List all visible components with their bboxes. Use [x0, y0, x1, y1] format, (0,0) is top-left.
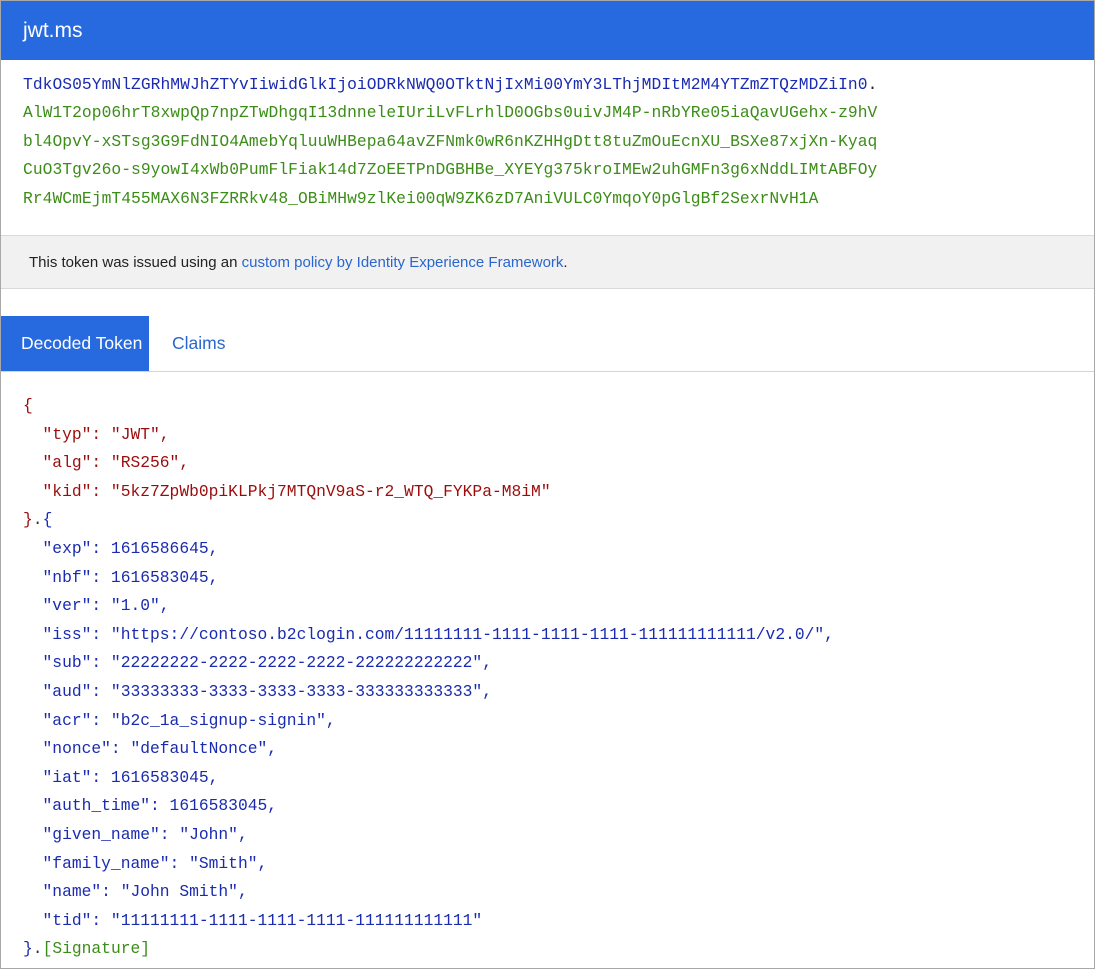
- custom-policy-link[interactable]: custom policy by Identity Experience Fra…: [242, 254, 564, 271]
- tab-claims[interactable]: Claims: [149, 316, 245, 371]
- payload-claim-line: "nonce": "defaultNonce",: [23, 739, 278, 759]
- payload-claim-line: "aud": "33333333-3333-3333-3333-33333333…: [23, 681, 492, 701]
- payload-claim-line: "ver": "1.0",: [23, 596, 170, 616]
- encoded-token-separator: .: [867, 75, 878, 94]
- payload-close-brace: }: [23, 939, 33, 959]
- notice-prefix: This token was issued using an: [29, 253, 242, 271]
- tab-bar: Decoded Token Claims: [1, 316, 1094, 372]
- payload-claim-line: "family_name": "Smith",: [23, 853, 268, 873]
- payload-claim-line: "given_name": "John",: [23, 824, 248, 844]
- payload-claim-line: "tid": "11111111-1111-1111-1111-11111111…: [23, 910, 483, 930]
- payload-claim-line: "name": "John Smith",: [23, 882, 248, 902]
- header-open-brace: {: [23, 396, 33, 415]
- app-header: jwt.ms: [1, 1, 1094, 60]
- payload-claim-line: "iss": "https://contoso.b2clogin.com/111…: [23, 624, 834, 644]
- header-close-brace: }: [23, 510, 33, 530]
- header-claim-line: "kid": "5kz7ZpWb0piKLPkj7MTQnV9aS-r2_WTQ…: [23, 481, 551, 501]
- encoded-token-header-tail: TdkOS05YmNlZGRhMWJhZTYvIiwidGlkIjoiODRkN…: [23, 75, 868, 94]
- payload-claim-line: "sub": "22222222-2222-2222-2222-22222222…: [23, 653, 492, 673]
- payload-claim-line: "nbf": 1616583045,: [23, 567, 219, 587]
- encoded-token-signature-line: AlW1T2op06hrT8xwpQp7npZTwDhgqI13dnneleIU…: [23, 103, 878, 123]
- joiner-dot: .: [32, 510, 43, 530]
- header-claim-line: "alg": "RS256",: [23, 453, 190, 473]
- notice-suffix: .: [563, 253, 568, 271]
- joiner-dot: .: [32, 939, 43, 959]
- signature-label: [Signature]: [42, 939, 151, 959]
- payload-claim-line: "iat": 1616583045,: [23, 767, 219, 787]
- encoded-token[interactable]: TdkOS05YmNlZGRhMWJhZTYvIiwidGlkIjoiODRkN…: [1, 60, 1094, 235]
- encoded-token-signature-line: bl4OpvY-xSTsg3G9FdNIO4AmebYqluuWHBepa64a…: [23, 131, 878, 151]
- decoded-token-view: { "typ": "JWT", "alg": "RS256", "kid": "…: [1, 372, 1094, 964]
- policy-notice: This token was issued using an custom po…: [1, 235, 1094, 289]
- encoded-token-signature-line: Rr4WCmEjmT455MAX6N3FZRRkv48_OBiMHw9zlKei…: [23, 188, 819, 208]
- payload-open-brace: {: [42, 510, 53, 530]
- app-window: jwt.ms TdkOS05YmNlZGRhMWJhZTYvIiwidGlkIj…: [0, 0, 1095, 969]
- encoded-token-signature-line: CuO3Tgv26o-s9yowI4xWb0PumFlFiak14d7ZoEET…: [23, 160, 878, 180]
- tab-decoded-token[interactable]: Decoded Token: [1, 316, 149, 371]
- payload-claim-line: "acr": "b2c_1a_signup-signin",: [23, 710, 336, 730]
- header-claim-line: "typ": "JWT",: [23, 424, 170, 444]
- app-title[interactable]: jwt.ms: [23, 19, 83, 43]
- payload-claim-line: "exp": 1616586645,: [23, 538, 219, 558]
- payload-claim-line: "auth_time": 1616583045,: [23, 796, 278, 816]
